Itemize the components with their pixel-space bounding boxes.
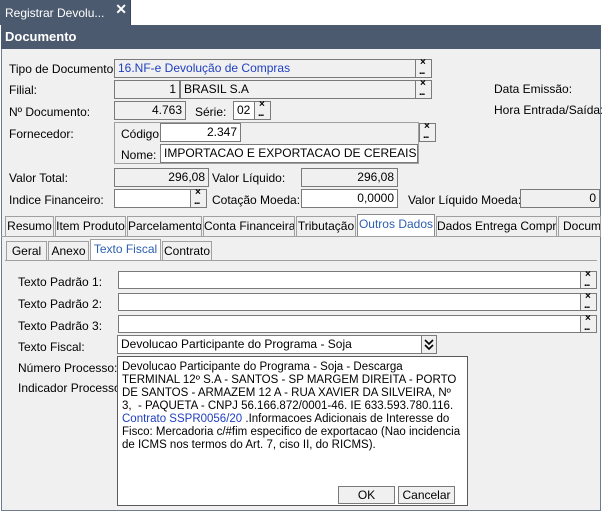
filial-name-field[interactable]: BRASIL S.A bbox=[180, 80, 417, 99]
chevron-down-icon bbox=[424, 339, 434, 351]
texto-padrao-1-label: Texto Padrão 1: bbox=[18, 275, 103, 289]
valor-total-label: Valor Total: bbox=[9, 171, 68, 185]
numero-processo-label: Número Processo: bbox=[18, 361, 118, 375]
indice-financeiro-label: Indice Financeiro: bbox=[9, 193, 104, 207]
tab-item-produto[interactable]: Item Produto bbox=[55, 216, 126, 236]
texto-padrao-2-field[interactable] bbox=[118, 293, 581, 311]
subtab-geral[interactable]: Geral bbox=[6, 241, 47, 260]
document-tab[interactable]: Registrar Devolu... ✕ bbox=[0, 0, 131, 25]
n-documento-field[interactable]: 4.763 bbox=[114, 101, 186, 120]
data-emissao-label: Data Emissão: bbox=[494, 82, 573, 96]
valor-total-field: 296,08 bbox=[114, 168, 209, 187]
fornecedor-nome-field[interactable]: IMPORTACAO E EXPORTACAO DE CEREAIS bbox=[160, 144, 418, 163]
lookup-icon: ... bbox=[584, 300, 590, 311]
tab-resumo[interactable]: Resumo bbox=[5, 216, 54, 236]
tipo-documento-lookup-button[interactable]: ×... bbox=[415, 57, 432, 78]
subtab-contrato[interactable]: Contrato bbox=[162, 241, 212, 260]
texto-padrao-3-field[interactable] bbox=[118, 315, 581, 333]
lookup-icon: ... bbox=[423, 130, 429, 141]
cancel-button[interactable]: Cancelar bbox=[398, 486, 455, 504]
cotacao-moeda-field[interactable]: 0,0000 bbox=[301, 189, 398, 208]
fornecedor-nome-label: Nome: bbox=[121, 148, 157, 162]
tab-dados-entrega-compra[interactable]: Dados Entrega Compra bbox=[436, 216, 557, 236]
tab-documentos[interactable]: Docume bbox=[558, 216, 601, 236]
texto-fiscal-select[interactable]: Devolucao Participante do Programa - Soj… bbox=[117, 335, 422, 354]
fornecedor-lookup-button[interactable]: ×... bbox=[419, 121, 436, 142]
texto-padrao-2-label: Texto Padrão 2: bbox=[18, 297, 103, 311]
window-title: Documento bbox=[1, 25, 601, 49]
lookup-icon: ... bbox=[419, 87, 425, 98]
subtab-divider bbox=[5, 260, 597, 261]
fornecedor-label: Fornecedor: bbox=[9, 127, 74, 141]
valor-liquido-label: Valor Líquido: bbox=[212, 171, 286, 185]
ok-button[interactable]: OK bbox=[338, 486, 395, 504]
texto-padrao-1-field[interactable] bbox=[118, 271, 581, 289]
serie-label: Série: bbox=[195, 105, 227, 119]
lookup-icon: ... bbox=[194, 196, 200, 207]
tab-tributacao[interactable]: Tributação bbox=[296, 216, 356, 236]
fornecedor-codigo-label: Código: bbox=[121, 127, 163, 141]
texto-padrao-2-lookup-button[interactable]: ×... bbox=[580, 291, 597, 311]
indice-financeiro-lookup-button[interactable]: ×... bbox=[190, 187, 207, 208]
subtab-anexo[interactable]: Anexo bbox=[48, 241, 89, 260]
texto-padrao-1-lookup-button[interactable]: ×... bbox=[580, 269, 597, 289]
n-documento-label: Nº Documento: bbox=[9, 105, 91, 119]
indicador-processo-label: Indicador Processo: bbox=[18, 381, 125, 395]
serie-field[interactable]: 02 bbox=[233, 101, 255, 120]
filial-lookup-button[interactable]: ×... bbox=[415, 78, 432, 99]
lookup-icon: ... bbox=[584, 278, 590, 289]
filial-label: Filial: bbox=[9, 83, 38, 97]
hora-entrada-label: Hora Entrada/Saída: bbox=[494, 103, 602, 117]
cotacao-moeda-label: Cotação Moeda: bbox=[212, 193, 301, 207]
tab-outros-dados[interactable]: Outros Dados bbox=[357, 214, 435, 236]
valor-liquido-moeda-label: Valor Líquido Moeda: bbox=[408, 193, 522, 207]
lookup-icon: ... bbox=[419, 66, 425, 77]
tab-parcelamento[interactable]: Parcelamento bbox=[127, 216, 202, 236]
texto-fiscal-memo[interactable]: Devolucao Participante do Programa - Soj… bbox=[122, 361, 462, 452]
texto-padrao-3-lookup-button[interactable]: ×... bbox=[580, 313, 597, 333]
document-tab-title: Registrar Devolu... bbox=[5, 6, 105, 20]
memo-text-before: Devolucao Participante do Programa - Soj… bbox=[122, 361, 457, 412]
lookup-icon: ... bbox=[258, 108, 264, 119]
close-icon[interactable]: ✕ bbox=[115, 0, 127, 18]
tipo-documento-field[interactable]: 16.NF-e Devolução de Compras bbox=[114, 59, 417, 78]
texto-fiscal-label: Texto Fiscal: bbox=[18, 340, 85, 354]
indice-financeiro-field[interactable] bbox=[114, 189, 191, 208]
tipo-documento-label: Tipo de Documento: bbox=[9, 62, 117, 76]
valor-liquido-moeda-field: 0 bbox=[520, 189, 600, 208]
filial-code-field[interactable]: 1 bbox=[114, 80, 180, 99]
serie-lookup-button[interactable]: ×... bbox=[254, 99, 271, 120]
lookup-icon: ... bbox=[584, 322, 590, 333]
tab-divider bbox=[1, 236, 601, 237]
texto-padrao-3-label: Texto Padrão 3: bbox=[18, 319, 103, 333]
subtab-texto-fiscal[interactable]: Texto Fiscal bbox=[90, 239, 161, 260]
valor-liquido-field: 296,08 bbox=[301, 168, 398, 187]
contrato-link[interactable]: Contrato SSPR0056/20 bbox=[122, 413, 242, 425]
fornecedor-codigo-field[interactable]: 2.347 bbox=[160, 123, 241, 142]
tab-conta-financeira[interactable]: Conta Financeira bbox=[203, 216, 295, 236]
texto-fiscal-dropdown-button[interactable] bbox=[421, 335, 437, 354]
